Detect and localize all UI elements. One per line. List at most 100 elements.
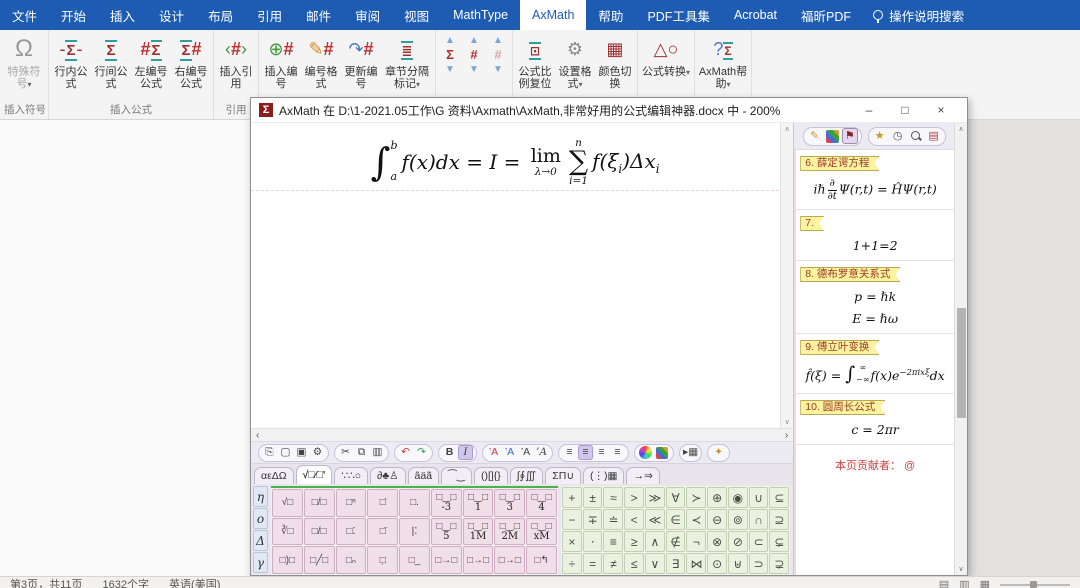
insert-reference-button[interactable]: ‹#› 插入引用 [216,32,256,90]
symbol-cell[interactable]: ≥ [624,531,644,552]
symbol-cell[interactable]: ∧ [645,531,665,552]
template-cell[interactable]: □‿□ xM [526,518,557,546]
save-button[interactable]: ▣ [294,445,309,460]
color-wheel-button[interactable]: ◉ [639,446,652,459]
palette-tab-misc[interactable]: ∂♣♙ [370,467,406,484]
close-button[interactable]: × [923,98,959,122]
symbol-cell[interactable]: ⊊ [769,531,789,552]
copy-button[interactable]: ⧉ [354,445,369,460]
symbol-cell[interactable]: ∃ [666,553,686,574]
axmath-help-button[interactable]: ?Σ AxMath帮助▾ [697,32,749,91]
scroll-up-icon[interactable]: ∧ [958,125,963,133]
tab-design[interactable]: 设计 [147,0,196,30]
palette-tab-accents[interactable]: âäã [408,467,440,484]
scale-reset-button[interactable]: ⊡ 公式比例复位 [515,32,555,90]
align-right-button[interactable]: ≡ [594,445,609,460]
tab-view[interactable]: 视图 [392,0,441,30]
symbol-cell[interactable]: ⊋ [769,553,789,574]
symbol-cell[interactable]: > [624,487,644,508]
canvas-vertical-scrollbar[interactable]: ∧ ∨ [780,123,793,428]
symbol-cell[interactable]: ≈ [603,487,623,508]
library-entry[interactable]: 6. 薛定谔方程 iℏ∂∂tΨ(r,t) = ĤΨ(r,t) [796,150,954,210]
display-formula-button[interactable]: Σ 行间公式 [91,32,131,90]
tab-home[interactable]: 开始 [49,0,98,30]
palette-tab-greek[interactable]: αεΔΩ [254,467,294,484]
tab-acrobat[interactable]: Acrobat [722,0,789,30]
tab-foxit-pdf[interactable]: 福昕PDF [789,0,863,30]
print-layout-icon[interactable]: ▥ [959,578,969,588]
scroll-down-icon[interactable]: ∨ [785,418,790,426]
tab-layout[interactable]: 布局 [196,0,245,30]
new-formula-button[interactable]: ▢ [278,445,293,460]
template-cell[interactable]: □‿□ 5 [431,518,462,546]
spinner-down-icon[interactable]: ▼ [493,65,503,74]
library-entry[interactable]: 10. 圆周长公式 c = 2πr [796,394,954,445]
symbol-cell[interactable]: ⊖ [707,509,727,530]
document-area[interactable] [0,120,250,576]
template-cell[interactable]: □‿□ -3 [431,489,462,517]
scrollbar-thumb[interactable] [957,308,966,418]
tab-help[interactable]: 帮助 [586,0,635,30]
number-format-button[interactable]: ✎# 编号格式 [301,32,341,90]
template-cell[interactable]: □→□ [463,546,494,574]
template-cell[interactable]: □̈ [367,518,398,546]
send-to-document-button[interactable]: ⎘ [262,445,277,460]
undo-button[interactable]: ↶ [398,445,413,460]
scroll-right-icon[interactable]: › [785,430,788,441]
color-switch-button[interactable]: ▦ 颜色切换 [595,32,635,90]
symbol-cell[interactable]: ≫ [645,487,665,508]
set-format-button[interactable]: ⚙ 设置格式▾ [555,32,595,91]
symbol-cell[interactable]: ≐ [603,509,623,530]
spinner-down-icon[interactable]: ▼ [469,65,479,74]
symbol-cell[interactable]: ⋅ [583,531,603,552]
template-cell[interactable]: √□ [272,489,303,517]
template-cell[interactable]: □ⁿ [336,489,367,517]
template-cell[interactable]: □. [399,489,430,517]
template-cell[interactable]: □‿□ 3 [494,489,525,517]
symbol-cell[interactable]: ⊂ [749,531,769,552]
symbol-cell[interactable]: ± [583,487,603,508]
recent-button[interactable]: ◷ [890,128,906,144]
symbol-cell[interactable]: ⊕ [707,487,727,508]
template-cell[interactable]: □╱□ [304,546,335,574]
bookmark-pin-button[interactable]: ⚑ [842,128,858,144]
library-entry[interactable]: 9. 傅立叶变换 f̂(ξ) = ∫∞−∞f(x)e−2πixξdx [796,334,954,394]
symbol-cell[interactable]: ◉ [728,487,748,508]
template-cell[interactable]: □̇ [367,489,398,517]
palette-tab-arrows[interactable]: →⇒ [626,467,659,484]
template-cell[interactable]: □̣ [367,546,398,574]
left-numbered-formula-button[interactable]: #Σ 左编号公式 [131,32,171,90]
library-books-button[interactable]: ▤ [926,128,942,144]
template-cell[interactable]: □↰ [526,546,557,574]
tab-review[interactable]: 审阅 [343,0,392,30]
symbol-cell[interactable]: ⊙ [707,553,727,574]
template-cell[interactable]: □→□ [494,546,525,574]
template-cell[interactable]: □)□ [272,546,303,574]
symbol-cell[interactable]: ⊇ [769,509,789,530]
align-distribute-button[interactable]: ≡ [610,445,625,460]
symbol-cell[interactable]: ⊎ [728,553,748,574]
canvas-horizontal-scrollbar[interactable]: ‹ › [251,428,793,441]
template-cell[interactable]: □/□ [304,518,335,546]
template-cell[interactable]: □⁚ [336,518,367,546]
template-cell[interactable]: □ₙ [336,546,367,574]
tab-mathtype[interactable]: MathType [441,0,520,30]
scroll-left-icon[interactable]: ‹ [256,430,259,441]
style-function-button[interactable]: ’A [518,445,533,460]
symbol-cell[interactable]: ≡ [603,531,623,552]
favorites-button[interactable]: ★ [872,128,888,144]
palette-tab-bigops[interactable]: ΣΠ∪ [545,467,581,484]
symbol-cell[interactable]: ⊃ [749,553,769,574]
scroll-down-icon[interactable]: ∨ [958,565,963,573]
palette-tab-brackets[interactable]: ()[]{} [474,467,508,484]
axmath-titlebar[interactable]: Σ AxMath 在 D:\1-2021.05工作\G 资料\Axmath\Ax… [251,98,967,123]
template-cell[interactable]: □_ [399,546,430,574]
symbol-cell[interactable]: ≪ [645,509,665,530]
search-library-button[interactable] [908,128,924,144]
symbol-cell[interactable]: ⋈ [686,553,706,574]
language-indicator[interactable]: 英语(美国) [169,578,220,588]
zoom-slider[interactable] [1000,584,1070,586]
edit-library-button[interactable]: ✎ [807,128,823,144]
library-scrollbar[interactable]: ∧ ∨ [954,123,967,575]
toolbox-button[interactable]: ✦ [711,445,726,460]
